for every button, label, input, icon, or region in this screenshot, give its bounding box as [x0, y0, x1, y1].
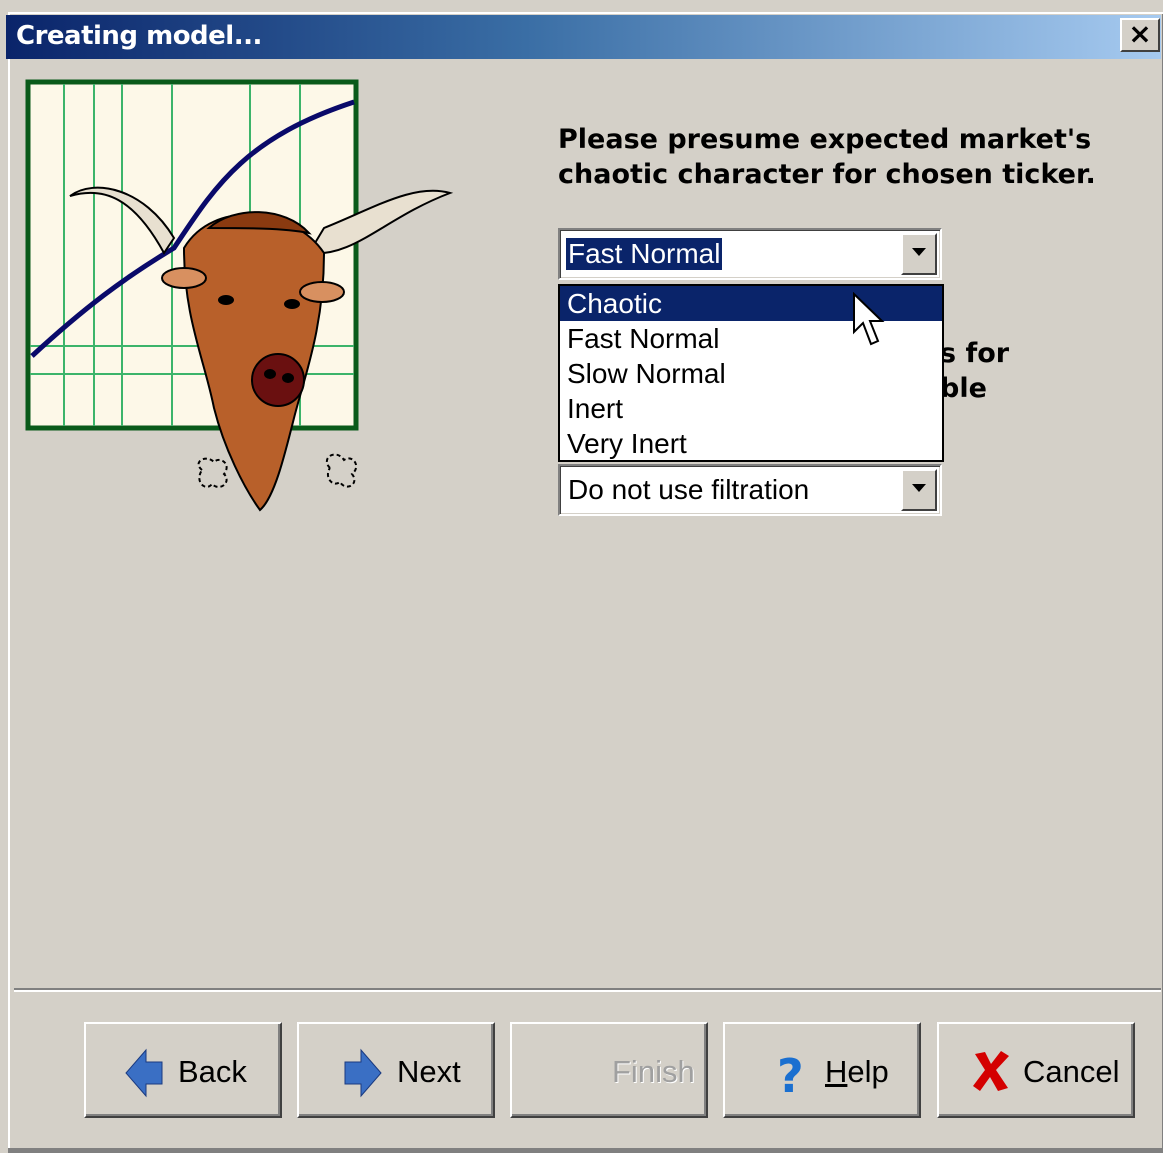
svg-text:?: ? — [777, 1049, 804, 1098]
question-icon: ? — [777, 1049, 804, 1098]
window-title: Creating model... — [16, 21, 262, 51]
filtration-combo-arrow[interactable] — [901, 469, 937, 511]
chaos-combo-arrow[interactable] — [901, 233, 937, 275]
window-bottom-edge — [8, 1148, 1163, 1153]
option-very-inert[interactable]: Very Inert — [560, 426, 942, 461]
instruction-text: Please presume expected market's chaotic… — [558, 124, 1096, 190]
option-inert[interactable]: Inert — [560, 391, 942, 426]
partial-line-2: ble — [940, 373, 987, 404]
chaos-combo[interactable]: Fast Normal — [558, 228, 942, 280]
cancel-label: Cancel — [1023, 1054, 1120, 1089]
close-button[interactable]: × — [1120, 18, 1160, 52]
instruction-text-partial: s for ble — [940, 336, 1060, 406]
filtration-combo[interactable]: Do not use filtration — [558, 464, 942, 516]
red-x-icon — [973, 1051, 1009, 1091]
chaos-combo-value: Fast Normal — [564, 237, 724, 271]
finish-label: Finish — [612, 1054, 695, 1089]
button-separator — [14, 990, 1161, 994]
bull-chart-illustration — [25, 79, 454, 512]
back-label: Back — [178, 1054, 247, 1089]
cancel-button[interactable]: Cancel — [937, 1022, 1135, 1118]
back-button[interactable]: Back — [84, 1022, 282, 1118]
next-label: Next — [397, 1054, 461, 1089]
title-bar: Creating model... × — [6, 15, 1161, 59]
chevron-down-icon — [912, 484, 926, 492]
option-slow-normal[interactable]: Slow Normal — [560, 356, 942, 391]
help-label: Help — [825, 1054, 889, 1089]
filtration-combo-value: Do not use filtration — [568, 474, 810, 505]
chaos-dropdown-list[interactable]: Chaotic Fast Normal Slow Normal Inert Ve… — [558, 284, 944, 462]
next-button[interactable]: Next — [297, 1022, 495, 1118]
mouse-pointer-icon — [853, 292, 885, 346]
left-arrow-icon — [125, 1048, 163, 1098]
chevron-down-icon — [912, 248, 926, 256]
partial-line-1: s for — [940, 338, 1010, 369]
right-arrow-icon — [344, 1048, 382, 1098]
finish-button[interactable]: Finish — [510, 1022, 708, 1118]
help-button[interactable]: ? Help — [723, 1022, 921, 1118]
